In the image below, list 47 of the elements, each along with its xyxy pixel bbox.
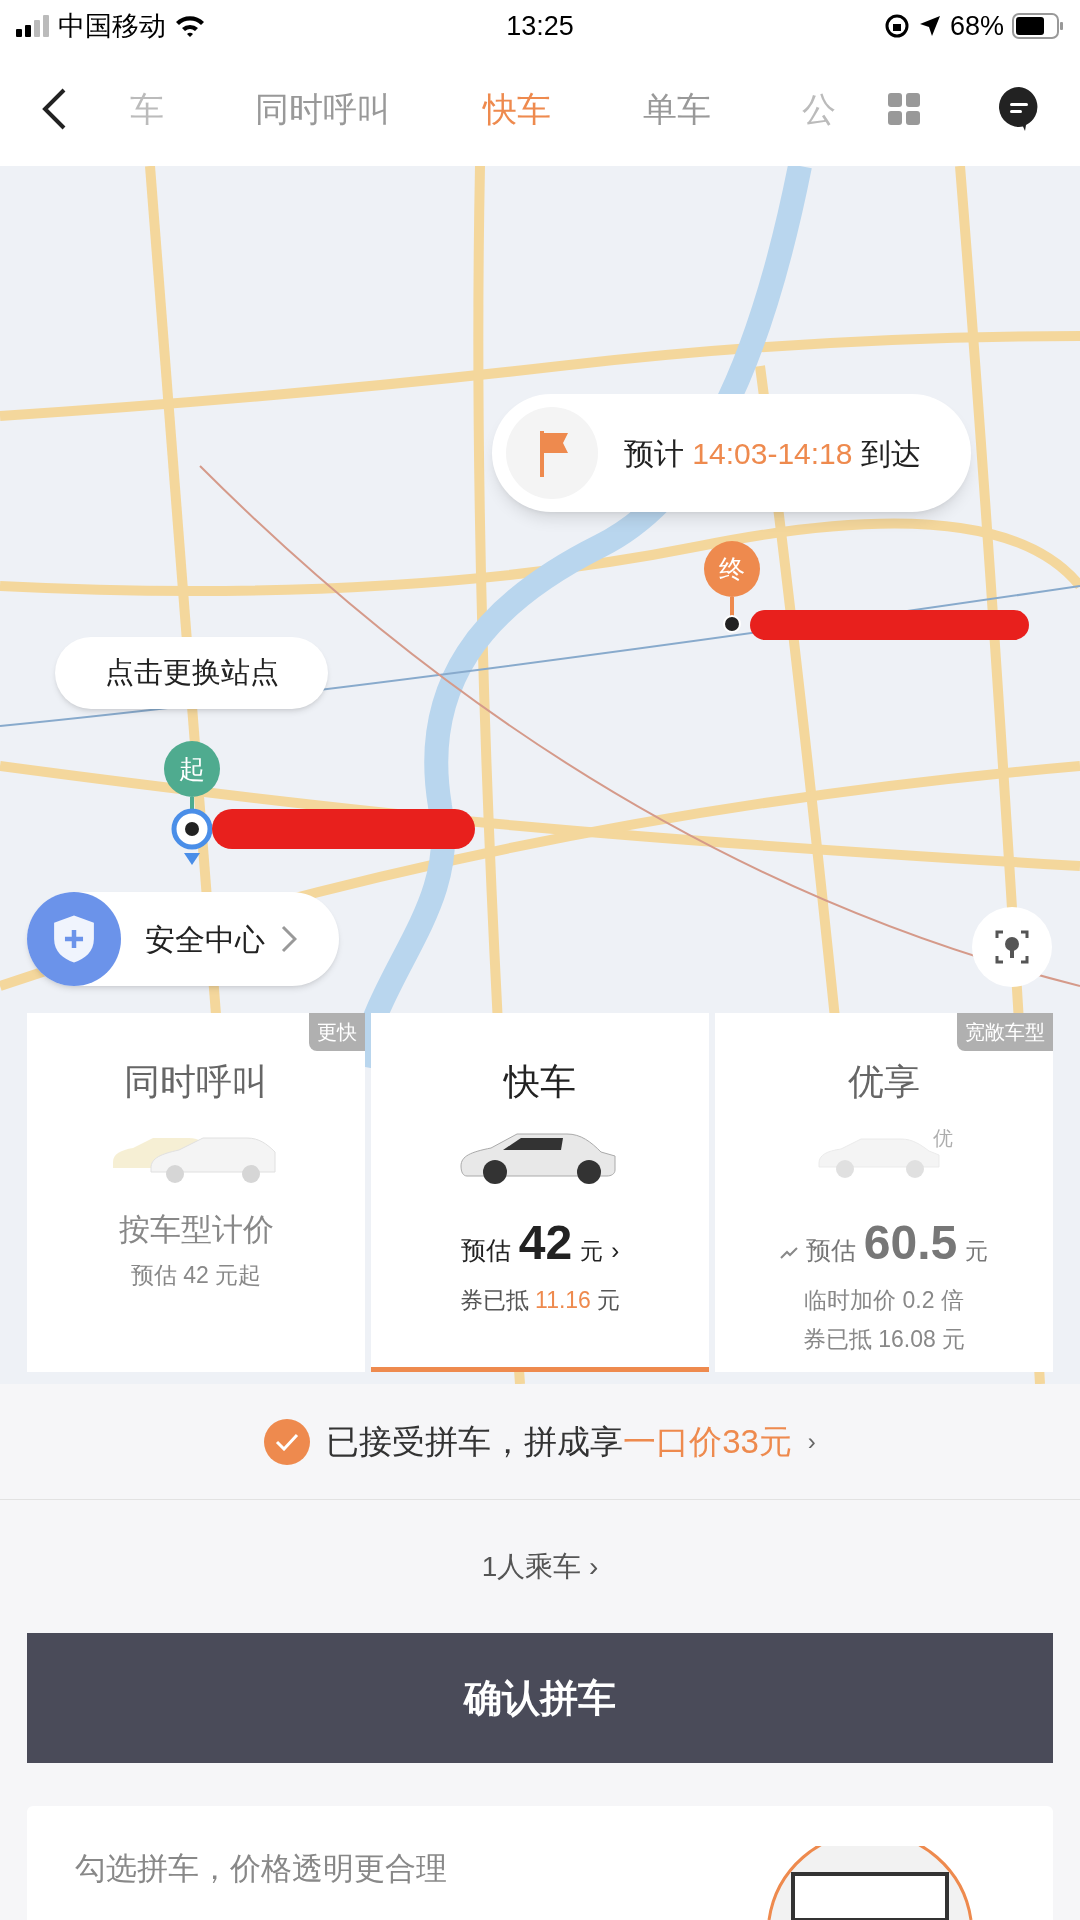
wifi-icon — [174, 14, 206, 38]
shield-icon — [27, 892, 121, 986]
tag-label: 宽敞车型 — [957, 1013, 1053, 1051]
card-title: 快车 — [504, 1060, 576, 1104]
price-label: 预估 — [460, 1235, 511, 1266]
grid-icon[interactable] — [888, 93, 921, 125]
vehicle-option-card[interactable]: 宽敞车型 优享 优 预估 60.5 元 临时加价 0.2 倍 券已抵 16.08 元 — [715, 1013, 1053, 1372]
trend-up-icon — [779, 1247, 798, 1259]
eta-text: 预计 14:03-14:18 到达 — [624, 435, 921, 472]
locate-button[interactable] — [971, 906, 1053, 988]
car-badge-label: 优 — [933, 1126, 953, 1151]
card-title: 同时呼叫 — [124, 1060, 268, 1104]
end-point-icon — [722, 597, 742, 633]
signal-icon — [16, 15, 50, 37]
price-unit: 元 — [580, 1237, 604, 1266]
tooltip[interactable]: 点击更换站点 — [55, 637, 328, 709]
vehicle-option-card[interactable]: 快车 预估 42 元 › 券已抵 11.16 元 — [371, 1013, 709, 1372]
price-text: 券已抵 16.08 元 — [802, 1324, 966, 1354]
back-icon[interactable] — [40, 87, 68, 131]
vehicle-option-card[interactable]: 更快 同时呼叫 按车型计价 预估 42 元起 — [27, 1013, 365, 1372]
battery-percent: 68% — [949, 9, 1004, 43]
discount-text: 券已抵 11.16 元 — [459, 1286, 621, 1315]
safety-center-button[interactable]: 安全中心 — [27, 892, 339, 986]
promo-text: 勾选拼车，价格透明更合理 — [75, 1850, 447, 1888]
price-amount: 42 — [518, 1215, 573, 1271]
check-icon — [275, 1432, 300, 1451]
price-text: 按车型计价 — [118, 1211, 274, 1249]
chevron-icon — [281, 925, 297, 953]
chevron-icon: › — [611, 1233, 620, 1269]
card-title: 优享 — [848, 1060, 920, 1104]
price-text: 预估 42 元起 — [130, 1260, 262, 1290]
flag-icon — [504, 405, 600, 501]
price-label: 预估 — [805, 1235, 856, 1266]
price-unit: 元 — [965, 1237, 989, 1266]
confirm-button[interactable]: 确认拼车 — [27, 1633, 1053, 1763]
status-time: 13:25 — [505, 9, 575, 43]
tag-label: 更快 — [309, 1013, 365, 1051]
safety-center-label: 安全中心 — [145, 921, 265, 958]
price-amount: 60.5 — [863, 1215, 958, 1271]
price-text: 临时加价 0.2 倍 — [804, 1286, 964, 1315]
carrier-name: 中国移动 — [58, 9, 166, 43]
carpool-text[interactable]: 已接受拼车，拼成享一口价33元 — [326, 1416, 792, 1467]
rotation-lock-icon — [883, 13, 910, 39]
battery-icon — [1012, 13, 1064, 39]
chevron-icon[interactable]: › — [807, 1423, 816, 1460]
passenger-count-button[interactable]: 1人乘车 › — [481, 1545, 599, 1588]
message-icon[interactable] — [998, 86, 1040, 132]
